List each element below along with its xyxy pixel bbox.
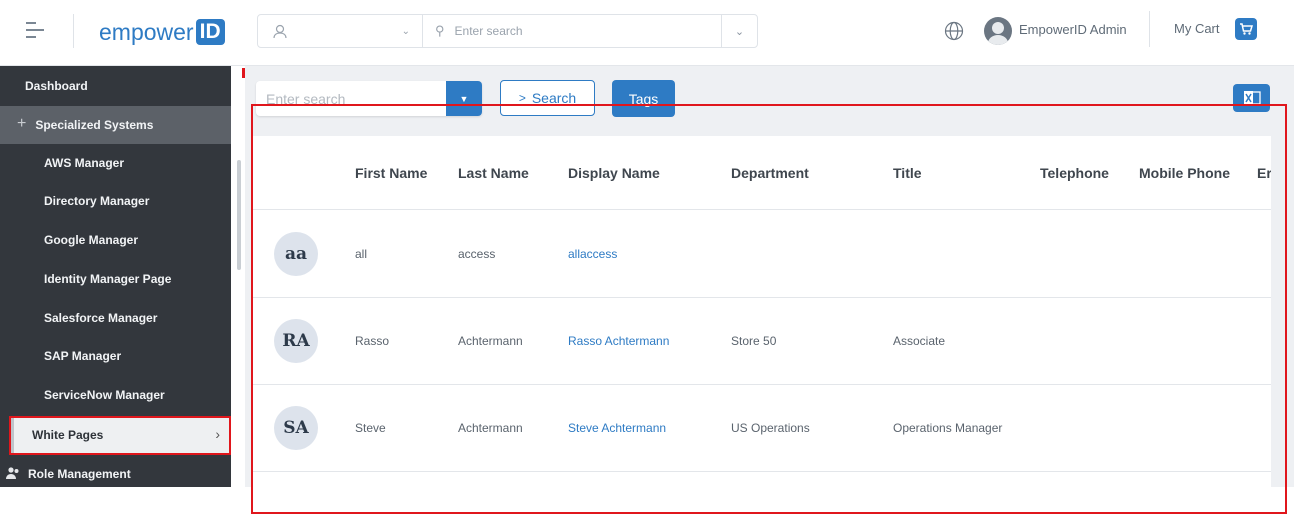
chevron-down-icon: ⌄	[401, 25, 410, 37]
person-icon	[273, 24, 287, 39]
global-search: ⌄ ⚲ Enter search ⌄	[257, 14, 758, 48]
sidebar: Dashboard + Specialized Systems AWS Mana…	[0, 66, 231, 487]
globe-icon[interactable]	[944, 21, 964, 41]
highlight-marker	[242, 68, 245, 78]
chevron-right-icon: ›	[215, 426, 220, 442]
logo[interactable]: empower ID	[99, 18, 225, 46]
cell-display-name-link[interactable]: Rasso Achtermann	[568, 334, 669, 348]
sidebar-item-label: White Pages	[32, 428, 104, 442]
column-header[interactable]: Telephone	[1040, 165, 1109, 181]
sidebar-item-servicenow-manager[interactable]: ServiceNow Manager	[0, 376, 231, 414]
cell-first-name: Rasso	[355, 334, 390, 348]
sidebar-scrollbar[interactable]	[237, 160, 241, 270]
sidebar-item-salesforce-manager[interactable]: Salesforce Manager	[0, 299, 231, 337]
column-header[interactable]: Department	[731, 165, 809, 181]
cell-title: Operations Manager	[893, 421, 1003, 435]
menu-icon[interactable]	[26, 22, 44, 42]
sidebar-item-sap-manager[interactable]: SAP Manager	[0, 337, 231, 375]
logo-id: ID	[195, 19, 225, 45]
divider	[73, 14, 74, 48]
cell-display-name-link[interactable]: Steve Achtermann	[568, 421, 666, 435]
global-search-input[interactable]: ⚲ Enter search	[423, 23, 721, 39]
search-scope-dropdown[interactable]: ⌄	[258, 15, 423, 47]
user-avatar[interactable]	[984, 17, 1012, 45]
sidebar-item-aws-manager[interactable]: AWS Manager	[0, 144, 231, 182]
sidebar-section-label: Specialized Systems	[35, 118, 154, 132]
sidebar-item-identity-manager-page[interactable]: Identity Manager Page	[0, 260, 231, 298]
caret-down-icon: ▼	[459, 93, 469, 104]
column-header[interactable]: Mobile Phone	[1139, 165, 1230, 181]
sidebar-item-role-management[interactable]: Role Management	[0, 457, 231, 487]
people-search-input[interactable]	[256, 81, 445, 116]
divider	[1149, 11, 1150, 47]
search-button-label: Search	[531, 90, 577, 106]
column-header[interactable]: First Name	[355, 165, 427, 181]
excel-export-button[interactable]	[1233, 84, 1270, 112]
top-bar: empower ID ⌄ ⚲ Enter search ⌄ EmpowerID …	[0, 0, 1294, 66]
my-cart-label[interactable]: My Cart	[1174, 21, 1220, 36]
global-search-placeholder: Enter search	[454, 24, 523, 38]
table-header: First Name Last Name Display Name Depart…	[253, 136, 1271, 210]
user-name[interactable]: EmpowerID Admin	[1019, 22, 1127, 37]
table-row[interactable]: SA Steve Achtermann Steve Achtermann US …	[253, 385, 1271, 472]
cell-last-name: access	[458, 247, 496, 261]
excel-icon	[1243, 91, 1261, 105]
people-table: First Name Last Name Display Name Depart…	[253, 136, 1271, 487]
cell-display-name-link[interactable]: allaccess	[568, 247, 617, 261]
search-button[interactable]: > Search	[500, 80, 595, 116]
plus-icon: +	[17, 115, 27, 132]
cell-first-name: Steve	[355, 421, 386, 435]
search-options-dropdown[interactable]: ⌄	[721, 15, 757, 47]
cell-department: US Operations	[731, 421, 810, 435]
sidebar-section-specialized-systems[interactable]: + Specialized Systems	[0, 106, 231, 144]
cart-icon[interactable]	[1235, 18, 1257, 40]
sidebar-item-dashboard[interactable]: Dashboard	[0, 66, 231, 106]
column-header[interactable]: Last Name	[458, 165, 529, 181]
avatar: RA	[274, 319, 318, 363]
column-header[interactable]: Title	[893, 165, 922, 181]
column-header[interactable]: Display Name	[568, 165, 660, 181]
role-icon	[6, 467, 19, 479]
search-icon: ⚲	[435, 23, 445, 38]
people-search: ▼	[256, 81, 482, 116]
sidebar-item-white-pages[interactable]: White Pages ›	[10, 417, 230, 453]
avatar: SA	[274, 406, 318, 450]
column-header[interactable]: Er	[1257, 165, 1271, 181]
search-dropdown-button[interactable]: ▼	[446, 81, 482, 116]
tags-button[interactable]: Tags	[612, 80, 675, 117]
logo-text: empower	[99, 18, 194, 45]
avatar: aa	[274, 232, 318, 276]
chevron-down-icon: ⌄	[734, 25, 745, 38]
cell-first-name: all	[355, 247, 368, 261]
cell-last-name: Achtermann	[458, 421, 523, 435]
table-row[interactable]: aa all access allaccess	[253, 211, 1271, 298]
sidebar-item-google-manager[interactable]: Google Manager	[0, 221, 231, 259]
cell-department: Store 50	[731, 334, 777, 348]
cell-title: Associate	[893, 334, 946, 348]
chevron-right-icon: >	[518, 91, 526, 105]
sidebar-item-label: Role Management	[28, 467, 131, 481]
table-row[interactable]: RA Rasso Achtermann Rasso Achtermann Sto…	[253, 298, 1271, 385]
sidebar-item-directory-manager[interactable]: Directory Manager	[0, 182, 231, 220]
cell-last-name: Achtermann	[458, 334, 523, 348]
